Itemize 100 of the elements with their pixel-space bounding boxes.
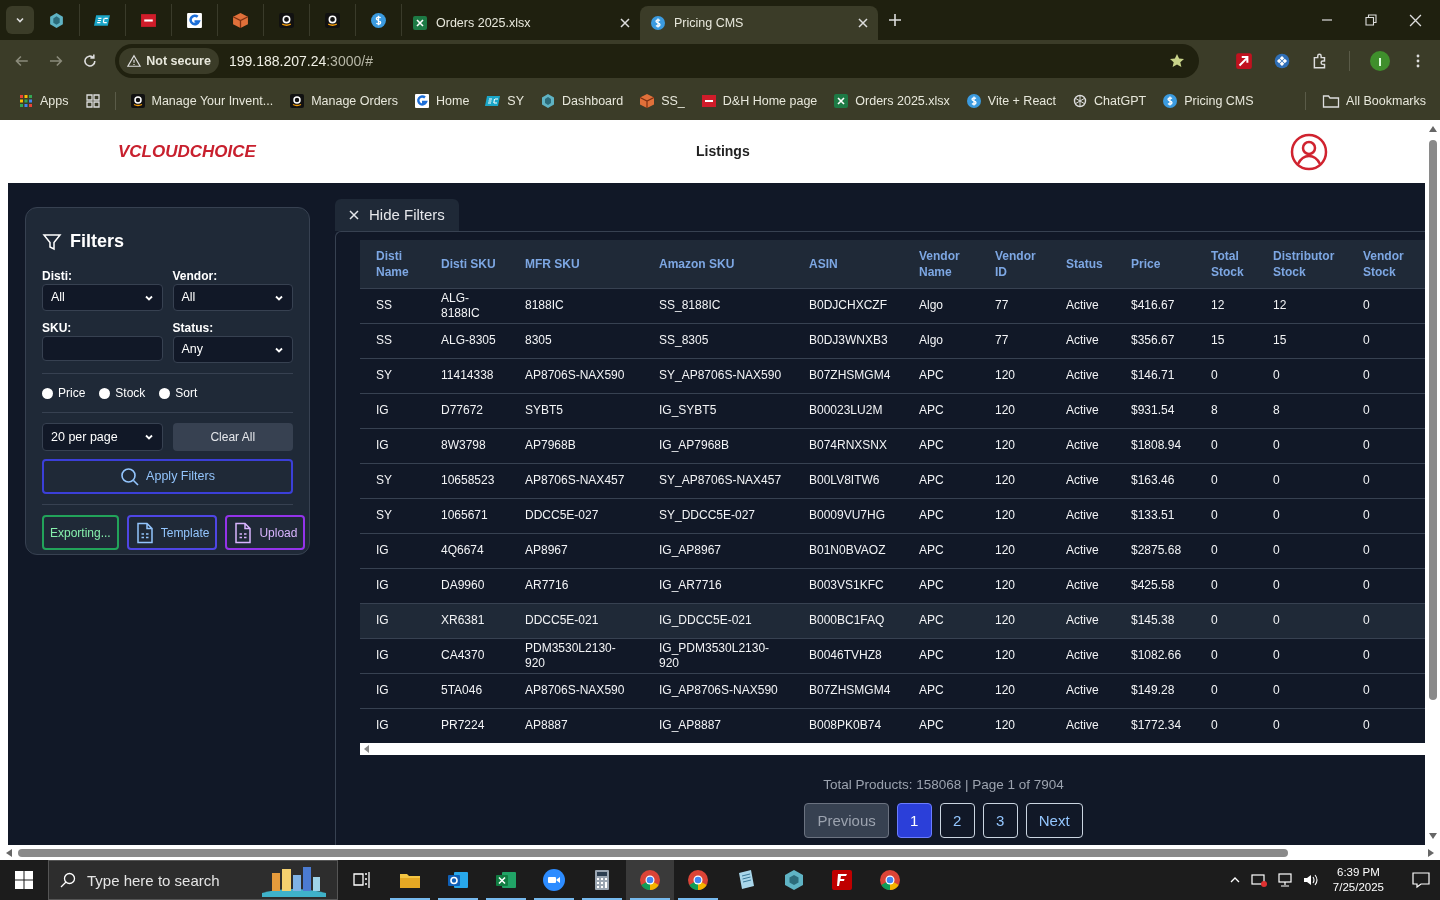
- table-row[interactable]: SY 11414338 AP8706S-NAX590 SY_AP8706S-NAX590 B07ZHSMGM4 APC 120 Active $146.71 0 0 0: [360, 358, 1427, 393]
- table-row[interactable]: IG DA9960 AR7716 IG_AR7716 B003VS1KFC APC 120 Active $425.58 0 0 0: [360, 568, 1427, 603]
- all-bookmarks-button[interactable]: All Bookmarks: [1305, 91, 1426, 111]
- table-cell: 120: [995, 683, 1016, 697]
- scroll-left-icon[interactable]: [6, 848, 12, 857]
- dollar-icon: [965, 93, 982, 109]
- table-cell: B07ZHSMGM4: [809, 368, 891, 382]
- site-info-chip[interactable]: Not secure: [119, 48, 219, 74]
- user-icon[interactable]: [1290, 132, 1328, 171]
- bookmark[interactable]: Apps: [18, 91, 69, 111]
- clear-all-button[interactable]: Clear All: [172, 423, 293, 451]
- volume-icon[interactable]: [1302, 872, 1319, 888]
- restore-icon[interactable]: [1365, 14, 1377, 26]
- table-cell: DDCC5E-021: [525, 613, 599, 627]
- table-row[interactable]: SS ALG-8305 8305 SS_8305 B0DJ3WNXB3 Algo 77 Active $356.67 15 15 0: [360, 323, 1427, 358]
- taskbar-app[interactable]: [626, 860, 674, 900]
- arrow-extension-icon[interactable]: [1235, 52, 1253, 70]
- horizontal-scrollbar[interactable]: [360, 743, 1425, 755]
- table-row[interactable]: IG 5TA046 AP8706S-NAX590 IG_AP8706S-NAX590 B07ZHSMGM4 APC 120 Active $149.28 0 0 0: [360, 673, 1427, 708]
- table-cell: $163.46: [1131, 473, 1175, 487]
- bookmark[interactable]: ChatGPT: [1072, 91, 1147, 111]
- reload-icon[interactable]: [81, 53, 98, 69]
- dropdown[interactable]: Any: [172, 336, 293, 363]
- file-button[interactable]: Upload: [225, 515, 306, 550]
- table-row[interactable]: SY 1065671 DDCC5E-027 SY_DDCC5E-027 B0009VU7HG APC 120 Active $133.51 0 0 0: [360, 498, 1427, 533]
- nav-button[interactable]: Next: [1025, 803, 1083, 839]
- bookmark[interactable]: Orders 2025.xlsx: [833, 91, 950, 111]
- hide-filters-button[interactable]: Hide Filters: [335, 199, 459, 231]
- new-tab-icon[interactable]: [888, 13, 902, 27]
- scroll-up-icon[interactable]: [1428, 126, 1437, 132]
- back-icon[interactable]: [14, 53, 30, 69]
- tab-search-button[interactable]: [6, 6, 34, 34]
- dropdown[interactable]: All: [172, 284, 293, 311]
- puzzle-diamond-icon[interactable]: [1273, 52, 1291, 70]
- browser-tab[interactable]: Orders 2025.xlsx: [402, 6, 640, 40]
- chrome-icon: [686, 868, 710, 892]
- table-cell: 8: [1273, 403, 1280, 417]
- column-header: MFR SKU: [525, 256, 580, 271]
- device-icon[interactable]: [1250, 872, 1267, 888]
- radio-button[interactable]: [159, 387, 171, 399]
- table-cell: IG_AP8887: [659, 718, 722, 733]
- apply-filters-button[interactable]: Apply Filters: [42, 459, 293, 494]
- notifications-icon[interactable]: [1412, 871, 1430, 889]
- close-icon[interactable]: [620, 18, 630, 28]
- address-bar[interactable]: Not secure 199.188.207.24:3000/#: [115, 44, 1199, 78]
- column-header: Disti SKU: [441, 256, 496, 271]
- page-button[interactable]: 3: [982, 803, 1018, 839]
- table-cell: B000BC1FAQ: [809, 613, 885, 627]
- network-icon[interactable]: [1276, 872, 1293, 888]
- table-row[interactable]: IG 8W3798 AP7968B IG_AP7968B B074RNXSNX APC 120 Active $1808.94 0 0 0: [360, 428, 1427, 463]
- table-row[interactable]: IG CA4370 PDM3530L2130-920 IG_PDM3530L2130-920 B0046TVHZ8 APC 120 Active $1082.66 0 0 0: [360, 638, 1427, 673]
- bookmark[interactable]: Home: [414, 91, 470, 111]
- bookmark[interactable]: Dashboard: [540, 91, 624, 111]
- bookmark[interactable]: SY: [485, 91, 524, 111]
- table-cell: 8188IC: [525, 298, 564, 312]
- table-row[interactable]: IG XR6381 DDCC5E-021 IG_DDCC5E-021 B000BC1FAQ APC 120 Active $145.38 0 0 0: [360, 603, 1427, 638]
- amazon-icon: [289, 93, 306, 109]
- radio-button[interactable]: [42, 387, 53, 399]
- bookmark[interactable]: SS_: [639, 91, 685, 111]
- dropdown[interactable]: All: [42, 284, 163, 311]
- table-row[interactable]: IG 4Q6674 AP8967 IG_AP8967 B01N0BVAOZ APC 120 Active $2875.68 0 0 0: [360, 533, 1427, 568]
- radio-button[interactable]: [99, 387, 111, 399]
- scroll-down-icon[interactable]: [1428, 833, 1437, 839]
- bookmark[interactable]: D&H Home page: [700, 91, 818, 111]
- page-button[interactable]: 2: [939, 803, 975, 839]
- table-row[interactable]: SS ALG-8188IC 8188IC SS_8188IC B0DJCHXCZF Algo 77 Active $416.67 12 12 0: [360, 288, 1427, 323]
- forward-icon[interactable]: [47, 53, 64, 69]
- table-row[interactable]: SY 10658523 AP8706S-NAX457 SY_AP8706S-NAX457 B00LV8ITW6 APC 120 Active $163.46 0 0 0: [360, 463, 1427, 498]
- bookmark[interactable]: Manage Your Invent...: [129, 91, 274, 111]
- export-button[interactable]: Exporting...: [42, 515, 119, 550]
- column-header: Distributor Stock: [1273, 248, 1335, 279]
- file-button[interactable]: Template: [126, 515, 218, 550]
- clock[interactable]: 6:39 PM 7/25/2025: [1328, 865, 1388, 895]
- bookmark[interactable]: Manage Orders: [289, 91, 398, 111]
- browser-tab[interactable]: Pricing CMS: [640, 6, 878, 40]
- table-cell: APC: [919, 508, 944, 522]
- amazon-icon: [278, 11, 295, 29]
- dh-logo-icon: [700, 93, 717, 109]
- logo[interactable]: VCLOUDCHOICE: [118, 138, 256, 165]
- profile-avatar[interactable]: [1370, 51, 1390, 71]
- sku-field[interactable]: [42, 336, 163, 361]
- close-icon[interactable]: [1409, 13, 1422, 27]
- table-cell: APC: [919, 473, 944, 487]
- close-icon[interactable]: [858, 18, 868, 28]
- table-cell: 0: [1363, 438, 1370, 452]
- taskbar-search-field[interactable]: Type here to search: [48, 860, 338, 900]
- scroll-left-icon[interactable]: [364, 745, 370, 753]
- page-button[interactable]: 1: [896, 803, 932, 839]
- table-cell: B0DJ3WNXB3: [809, 333, 888, 347]
- bookmark[interactable]: Vite + React: [965, 91, 1056, 111]
- bookmark[interactable]: Pricing CMS: [1162, 91, 1254, 111]
- tab-groups-icon[interactable]: [84, 93, 101, 109]
- scroll-right-icon[interactable]: [1428, 848, 1434, 857]
- table-cell: 0: [1273, 508, 1280, 522]
- table-row[interactable]: IG D77672 SYBT5 IG_SYBT5 B00023LU2M APC 120 Active $931.54 8 8 0: [360, 393, 1427, 428]
- per-page-dropdown[interactable]: 20 per page: [42, 423, 163, 451]
- column-header: Vendor ID: [995, 248, 1036, 279]
- table-cell: 0: [1211, 438, 1218, 452]
- star-icon[interactable]: [1169, 53, 1185, 69]
- table-cell: 0: [1363, 648, 1370, 662]
